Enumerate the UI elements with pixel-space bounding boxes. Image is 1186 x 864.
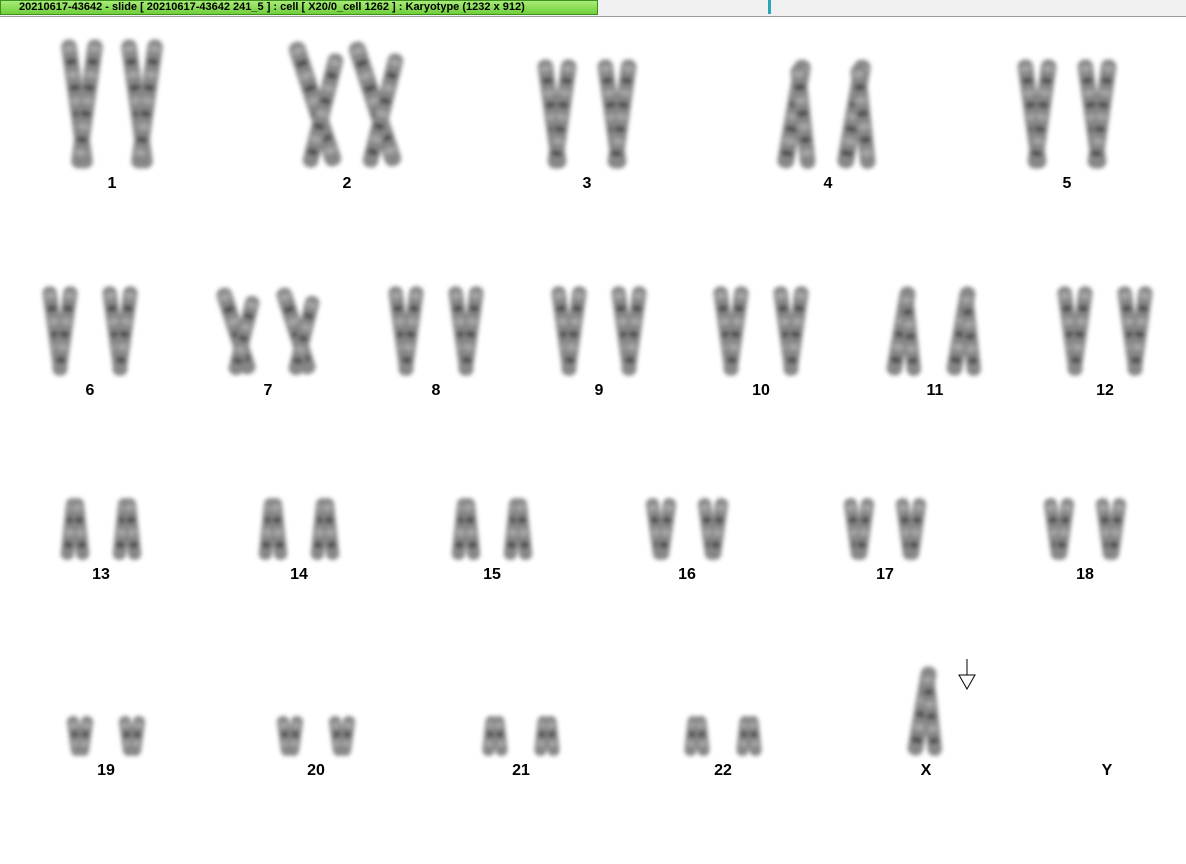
chromosome-image [482, 716, 560, 756]
chromosome-pair-17[interactable]: 17 [815, 394, 955, 584]
chromosome-label: 17 [876, 566, 894, 583]
chromosome-label: Y [1101, 762, 1113, 779]
chromosome-pair-1[interactable]: 1 [42, 3, 182, 193]
chromosome-image [388, 286, 484, 376]
chromosome-image [843, 498, 927, 560]
chromosome-image [684, 716, 762, 756]
chromosome-pair-6[interactable]: 6 [20, 210, 160, 400]
chromosome-pair-22[interactable]: 22 [653, 590, 793, 780]
down-arrow-icon[interactable] [958, 658, 978, 692]
chromosome-label: 19 [97, 762, 115, 779]
chromosome-pair-9[interactable]: 9 [529, 210, 669, 400]
chromosome-label: 3 [582, 175, 592, 192]
chromosome-image [886, 286, 981, 376]
chromosome-image [276, 716, 356, 756]
chromosome-pair-21[interactable]: 21 [451, 590, 591, 780]
chromosome-label: 13 [92, 566, 110, 583]
chromosome-label: 4 [823, 175, 833, 192]
chromosome-pair-20[interactable]: 20 [246, 590, 386, 780]
chromosome-image [216, 287, 320, 376]
chromosome-pair-14[interactable]: 14 [229, 394, 369, 584]
chromosome-image [777, 59, 876, 169]
chromosome-label: 18 [1076, 566, 1094, 583]
chromosome-label: 2 [342, 175, 352, 192]
chromosome-pair-8[interactable]: 8 [366, 210, 506, 400]
chromosome-image [645, 498, 729, 560]
chromosome-pair-12[interactable]: 12 [1035, 210, 1175, 400]
chromosome-image [60, 498, 142, 560]
chromosome-label: 21 [512, 762, 530, 779]
chromosome-image [42, 286, 138, 376]
chromosome-image [1057, 286, 1153, 376]
chromosome-image [66, 716, 146, 756]
chromosome-label: 22 [714, 762, 732, 779]
chromosome-pair-16[interactable]: 16 [617, 394, 757, 584]
chromosome-image [713, 286, 809, 376]
chromosome-image [61, 39, 163, 169]
chromosome-pair-10[interactable]: 10 [691, 210, 831, 400]
chromosome-image [1017, 59, 1117, 169]
chromosome-image [288, 41, 404, 168]
chromosome-pair-4[interactable]: 4 [758, 3, 898, 193]
chromosome-pair-2[interactable]: 2 [277, 3, 417, 193]
chromosome-label: 14 [290, 566, 308, 583]
chromosome-label: 15 [483, 566, 501, 583]
chromosome-label: 16 [678, 566, 696, 583]
chromosome-pair-18[interactable]: 18 [1015, 394, 1155, 584]
chromosome-label: X [920, 762, 932, 779]
chromosome-image [551, 286, 647, 376]
chromosome-label: 20 [307, 762, 325, 779]
chromosome-pair-15[interactable]: 15 [422, 394, 562, 584]
chromosome-pair-3[interactable]: 3 [517, 3, 657, 193]
chromosome-pair-19[interactable]: 19 [36, 590, 176, 780]
chromosome-image [451, 498, 533, 560]
chromosome-pair-5[interactable]: 5 [997, 3, 1137, 193]
chromosome-image [1037, 590, 1177, 780]
chromosome-pair-11[interactable]: 11 [865, 210, 1005, 400]
chromosome-pair-y[interactable]: Y [1037, 590, 1177, 780]
chromosome-label: 1 [107, 175, 117, 192]
chromosome-pair-13[interactable]: 13 [31, 394, 171, 584]
chromosome-pair-7[interactable]: 7 [198, 210, 338, 400]
chromosome-image [537, 59, 637, 169]
chromosome-image [1043, 498, 1127, 560]
chromosome-label: 5 [1062, 175, 1072, 192]
chromosome-image [258, 498, 340, 560]
